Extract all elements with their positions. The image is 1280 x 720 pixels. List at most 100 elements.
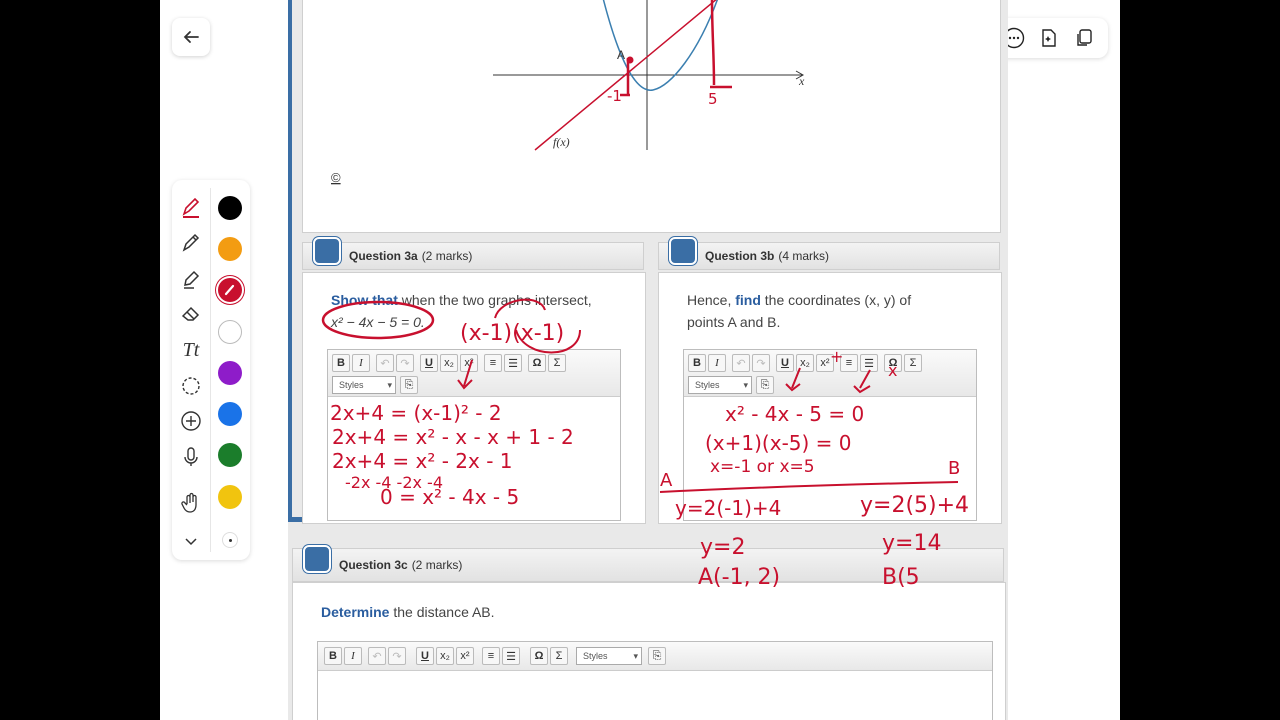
q3c-keyword: Determine <box>321 604 390 620</box>
back-button[interactable] <box>172 18 210 56</box>
eraser-tool[interactable] <box>178 300 204 326</box>
styles-select[interactable]: Styles ▾ <box>688 376 752 394</box>
color-black[interactable] <box>218 196 242 220</box>
numbered-list-button[interactable]: ≡ <box>840 354 858 372</box>
lasso-icon <box>182 377 200 395</box>
subscript-button[interactable]: x₂ <box>440 354 458 372</box>
color-orange[interactable] <box>218 237 242 261</box>
chevron-down-icon <box>185 538 197 546</box>
copy-page-button[interactable] <box>1071 25 1097 51</box>
numbered-list-button[interactable]: ≡ <box>484 354 502 372</box>
highlighter-tool[interactable] <box>178 266 204 292</box>
redo-edit-button[interactable]: ↷ <box>396 354 414 372</box>
underline-button[interactable]: U <box>776 354 794 372</box>
sigma-button[interactable]: Σ <box>904 354 922 372</box>
label-fx: f(x) <box>553 135 570 149</box>
q3b-editor-toolbar: B I ↶ ↷ U x₂ x² ≡ ☰ Ω Σ Styles ▾ ⎘ <box>684 350 976 397</box>
color-blue[interactable] <box>218 402 242 426</box>
subscript-button[interactable]: x₂ <box>796 354 814 372</box>
q3b-prompt: Hence, find the coordinates (x, y) of po… <box>687 289 911 333</box>
point-A <box>626 56 634 64</box>
italic-button[interactable]: I <box>344 647 362 665</box>
subscript-button[interactable]: x₂ <box>436 647 454 665</box>
add-tool[interactable] <box>178 408 204 434</box>
color-purple[interactable] <box>218 361 242 385</box>
styles-label: Styles <box>695 380 720 390</box>
sigma-button[interactable]: Σ <box>548 354 566 372</box>
q3c-answer-editor[interactable]: B I ↶ ↷ U x₂ x² ≡ ☰ Ω Σ Styles ▾ ⎘ <box>317 641 993 720</box>
add-icon <box>181 411 201 431</box>
sigma-button[interactable]: Σ <box>550 647 568 665</box>
text-tool[interactable]: Tt <box>178 337 204 363</box>
highlighter-icon <box>184 270 200 289</box>
color-yellow[interactable] <box>218 485 242 509</box>
undo-edit-button[interactable]: ↶ <box>732 354 750 372</box>
superscript-button[interactable]: x² <box>460 354 478 372</box>
source-button[interactable]: ⎘ <box>400 376 418 394</box>
bold-button[interactable]: B <box>688 354 706 372</box>
omega-button[interactable]: Ω <box>884 354 902 372</box>
omega-button[interactable]: Ω <box>530 647 548 665</box>
graph-card: A x f(x) © <box>302 0 1001 233</box>
italic-button[interactable]: I <box>708 354 726 372</box>
superscript-button[interactable]: x² <box>456 647 474 665</box>
q3c-editor-toolbar: B I ↶ ↷ U x₂ x² ≡ ☰ Ω Σ Styles ▾ ⎘ <box>318 642 992 671</box>
undo-edit-button[interactable]: ↶ <box>368 647 386 665</box>
bold-button[interactable]: B <box>332 354 350 372</box>
color-green[interactable] <box>218 443 242 467</box>
italic-button[interactable]: I <box>352 354 370 372</box>
q3c-header: Question 3c (2 marks) <box>292 545 1004 582</box>
bullet-list-button[interactable]: ☰ <box>504 354 522 372</box>
bullet-list-button[interactable]: ☰ <box>860 354 878 372</box>
label-A: A <box>617 48 625 62</box>
bullet-list-button[interactable]: ☰ <box>502 647 520 665</box>
notes-page: Tt A x f(x) © Question 3a (2 marks) Show… <box>160 0 1120 720</box>
underline-button[interactable]: U <box>416 647 434 665</box>
redo-edit-button[interactable]: ↷ <box>752 354 770 372</box>
chevron-down-icon: ▾ <box>387 379 392 390</box>
q3b-answer-editor[interactable]: B I ↶ ↷ U x₂ x² ≡ ☰ Ω Σ Styles ▾ ⎘ <box>683 349 977 521</box>
bold-button[interactable]: B <box>324 647 342 665</box>
q3a-answer-editor[interactable]: B I ↶ ↷ U x₂ x² ≡ ☰ Ω Σ Styles ▾ ⎘ <box>327 349 621 521</box>
collapse-tools-button[interactable] <box>178 528 204 554</box>
q3a-equation: x² − 4x − 5 = 0. <box>331 314 425 330</box>
source-button[interactable]: ⎘ <box>756 376 774 394</box>
styles-label: Styles <box>339 380 364 390</box>
stroke-size-dot <box>228 538 232 542</box>
q3b-text2: points A and B. <box>687 314 781 330</box>
redo-edit-button[interactable]: ↷ <box>388 647 406 665</box>
pen-tool[interactable] <box>178 194 204 220</box>
mic-tool[interactable] <box>178 444 204 470</box>
underline-button[interactable]: U <box>420 354 438 372</box>
numbered-list-button[interactable]: ≡ <box>482 647 500 665</box>
q3a-keyword: Show that <box>331 292 398 308</box>
q3c-text: the distance AB. <box>389 604 495 620</box>
text-icon: Tt <box>182 338 200 361</box>
omega-button[interactable]: Ω <box>528 354 546 372</box>
styles-select[interactable]: Styles ▾ <box>576 647 642 665</box>
stroke-size-button[interactable] <box>222 532 238 548</box>
source-button[interactable]: ⎘ <box>648 647 666 665</box>
pen-indicator-icon <box>224 284 235 296</box>
q3a-text1: when the two graphs intersect, <box>397 292 592 308</box>
styles-select[interactable]: Styles ▾ <box>332 376 396 394</box>
eraser-icon <box>181 306 200 321</box>
styles-label: Styles <box>583 651 608 661</box>
q3b-card: Hence, find the coordinates (x, y) of po… <box>658 272 1002 524</box>
color-white[interactable] <box>218 320 242 344</box>
q3c-prompt: Determine the distance AB. <box>321 601 495 623</box>
color-red-selected[interactable] <box>218 278 242 302</box>
q3a-prompt: Show that when the two graphs intersect,… <box>331 289 592 333</box>
superscript-button[interactable]: x² <box>816 354 834 372</box>
ai-button[interactable] <box>1036 25 1062 51</box>
hand-icon <box>181 492 197 513</box>
drawing-tools-panel: Tt <box>172 180 250 560</box>
q3b-title: Question 3b <box>705 249 775 263</box>
pencil-tool[interactable] <box>178 230 204 256</box>
tools-divider <box>210 188 211 552</box>
lasso-tool[interactable] <box>178 374 204 400</box>
q3b-text-post: the coordinates (x, y) of <box>760 292 912 308</box>
hand-tool[interactable] <box>178 490 204 516</box>
exam-document: A x f(x) © Question 3a (2 marks) Show th… <box>288 0 1008 720</box>
undo-edit-button[interactable]: ↶ <box>376 354 394 372</box>
